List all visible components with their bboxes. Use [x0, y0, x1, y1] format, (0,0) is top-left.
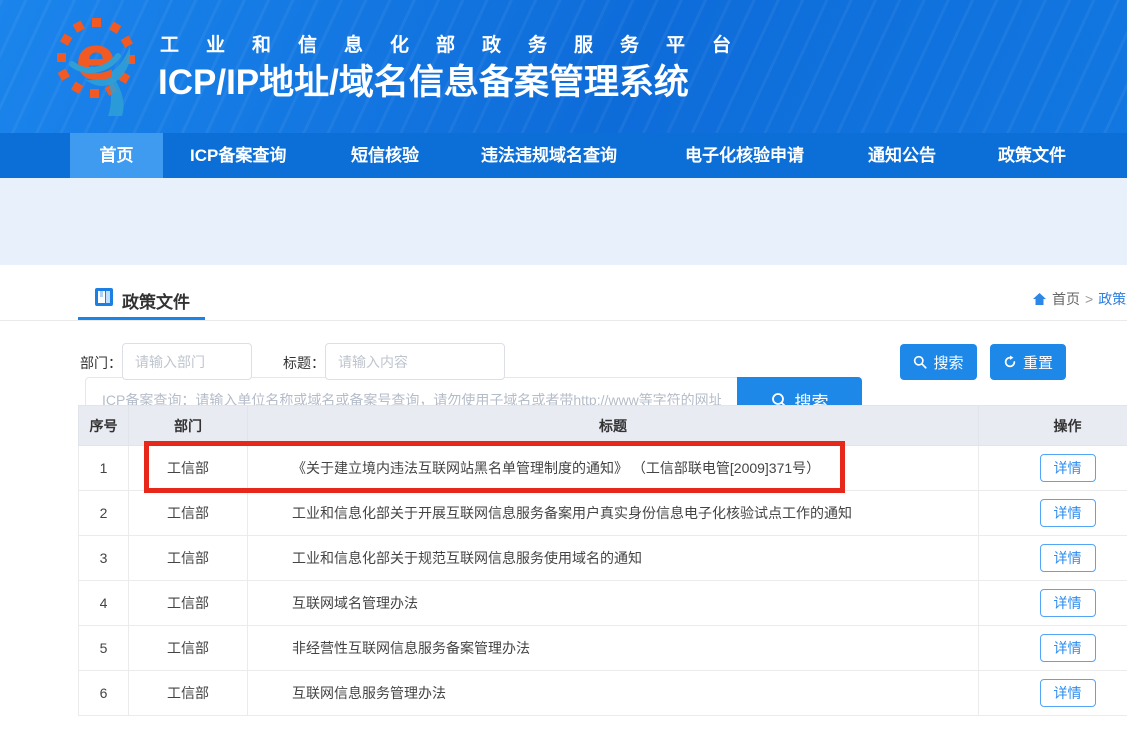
svg-text:e: e [76, 24, 117, 94]
breadcrumb: 首页 > 政策文件 [1032, 289, 1127, 309]
filter-search-label: 搜索 [933, 352, 963, 373]
icp-search-section: 搜索 网站 APP 小程序 快应用 [0, 178, 1127, 265]
cell-title: 非经营性互联网信息服务备案管理办法 [248, 626, 979, 671]
cell-no: 6 [79, 671, 129, 716]
nav-item-home[interactable]: 首页 [70, 133, 163, 178]
table-row: 3 工信部 工业和信息化部关于规范互联网信息服务使用域名的通知 详情 [79, 536, 1127, 581]
cell-no: 5 [79, 626, 129, 671]
col-header-no: 序号 [79, 406, 129, 446]
cell-no: 3 [79, 536, 129, 581]
reset-icon [1003, 355, 1017, 369]
col-header-dept: 部门 [129, 406, 248, 446]
cell-title: 互联网信息服务管理办法 [248, 671, 979, 716]
section-divider [0, 320, 1127, 321]
detail-button[interactable]: 详情 [1040, 679, 1096, 707]
cell-no: 4 [79, 581, 129, 626]
col-header-action: 操作 [979, 406, 1127, 446]
nav-item-illegal-domain-query[interactable]: 违法违规域名查询 [481, 133, 617, 178]
detail-button[interactable]: 详情 [1040, 589, 1096, 617]
table-row: 1 工信部 《关于建立境内违法互联网站黑名单管理制度的通知》 （工信部联电管[2… [79, 446, 1127, 491]
system-title: ICP/IP地址/域名信息备案管理系统 [158, 54, 689, 105]
table-row: 2 工信部 工业和信息化部关于开展互联网信息服务备案用户真实身份信息电子化核验试… [79, 491, 1127, 536]
breadcrumb-separator: > [1085, 291, 1093, 307]
breadcrumb-current[interactable]: 政策文件 [1098, 289, 1127, 309]
nav-item-icp-query[interactable]: ICP备案查询 [190, 133, 286, 178]
cell-no: 1 [79, 446, 129, 491]
filter-reset-button[interactable]: 重置 [990, 344, 1066, 380]
cell-title: 工业和信息化部关于开展互联网信息服务备案用户真实身份信息电子化核验试点工作的通知 [248, 491, 979, 536]
cell-title: 互联网域名管理办法 [248, 581, 979, 626]
title-filter-input[interactable] [325, 343, 505, 380]
app-header: e 工业和信息化部政务服务平台 ICP/IP地址/域名信息备案管理系统 [0, 0, 1127, 133]
nav-item-policy-files[interactable]: 政策文件 [998, 133, 1066, 178]
search-icon [913, 355, 927, 369]
nav-item-sms-verify[interactable]: 短信核验 [351, 133, 419, 178]
cell-dept: 工信部 [129, 671, 248, 716]
col-header-title: 标题 [248, 406, 979, 446]
cell-title: 工业和信息化部关于规范互联网信息服务使用域名的通知 [248, 536, 979, 581]
detail-button[interactable]: 详情 [1040, 499, 1096, 527]
home-icon [1032, 292, 1047, 306]
breadcrumb-home[interactable]: 首页 [1052, 289, 1080, 309]
cell-dept: 工信部 [129, 491, 248, 536]
dept-filter-input[interactable] [122, 343, 252, 380]
cell-dept: 工信部 [129, 581, 248, 626]
section-title: 政策文件 [122, 288, 190, 313]
miit-gear-logo-icon: e [56, 16, 136, 116]
filter-reset-label: 重置 [1023, 352, 1053, 373]
table-row: 6 工信部 互联网信息服务管理办法 详情 [79, 671, 1127, 716]
cell-dept: 工信部 [129, 446, 248, 491]
cell-title: 《关于建立境内违法互联网站黑名单管理制度的通知》 （工信部联电管[2009]37… [248, 446, 979, 491]
book-icon [94, 287, 114, 307]
detail-button[interactable]: 详情 [1040, 454, 1096, 482]
table-header-row: 序号 部门 标题 操作 [79, 406, 1127, 446]
policy-files-table: 序号 部门 标题 操作 1 工信部 《关于建立境内违法互联网站黑名单管理制度的通… [78, 405, 1127, 716]
cell-dept: 工信部 [129, 536, 248, 581]
title-filter-label: 标题： [283, 353, 325, 373]
cell-no: 2 [79, 491, 129, 536]
filter-search-button[interactable]: 搜索 [900, 344, 977, 380]
platform-name: 工业和信息化部政务服务平台 [160, 30, 758, 57]
cell-dept: 工信部 [129, 626, 248, 671]
table-row: 5 工信部 非经营性互联网信息服务备案管理办法 详情 [79, 626, 1127, 671]
table-row: 4 工信部 互联网域名管理办法 详情 [79, 581, 1127, 626]
main-nav: 首页 ICP备案查询 短信核验 违法违规域名查询 电子化核验申请 通知公告 政策… [0, 133, 1127, 178]
nav-item-notices[interactable]: 通知公告 [868, 133, 936, 178]
dept-filter-label: 部门： [80, 353, 122, 373]
detail-button[interactable]: 详情 [1040, 634, 1096, 662]
detail-button[interactable]: 详情 [1040, 544, 1096, 572]
nav-item-e-verify-apply[interactable]: 电子化核验申请 [685, 133, 804, 178]
